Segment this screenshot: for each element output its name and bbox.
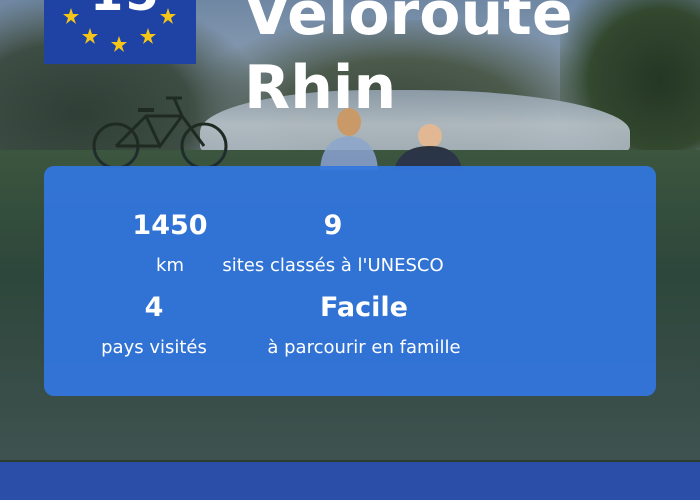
stat-unesco: 9 sites classés à l'UNESCO xyxy=(194,210,472,276)
star-icon xyxy=(82,28,98,44)
star-icon xyxy=(63,8,79,24)
stat-countries-label: pays visités xyxy=(101,337,207,358)
stat-difficulty-value: Facile xyxy=(320,292,408,323)
star-icon xyxy=(160,8,176,24)
title-line-2: Rhin xyxy=(244,53,397,123)
stat-countries: 4 pays visités xyxy=(84,292,224,358)
star-icon xyxy=(111,36,127,52)
stat-difficulty: Facile à parcourir en famille xyxy=(240,292,488,358)
star-icon xyxy=(140,28,156,44)
stat-unesco-label: sites classés à l'UNESCO xyxy=(222,255,444,276)
stats-card: 1450 km 9 sites classés à l'UNESCO 4 pay… xyxy=(44,166,656,396)
stat-unesco-value: 9 xyxy=(323,210,343,241)
eu-stars-icon xyxy=(63,8,176,52)
stat-countries-value: 4 xyxy=(144,292,164,323)
title-line-1: Véloroute xyxy=(244,0,573,49)
stat-difficulty-label: à parcourir en famille xyxy=(267,337,461,358)
bottom-banner xyxy=(0,462,700,500)
